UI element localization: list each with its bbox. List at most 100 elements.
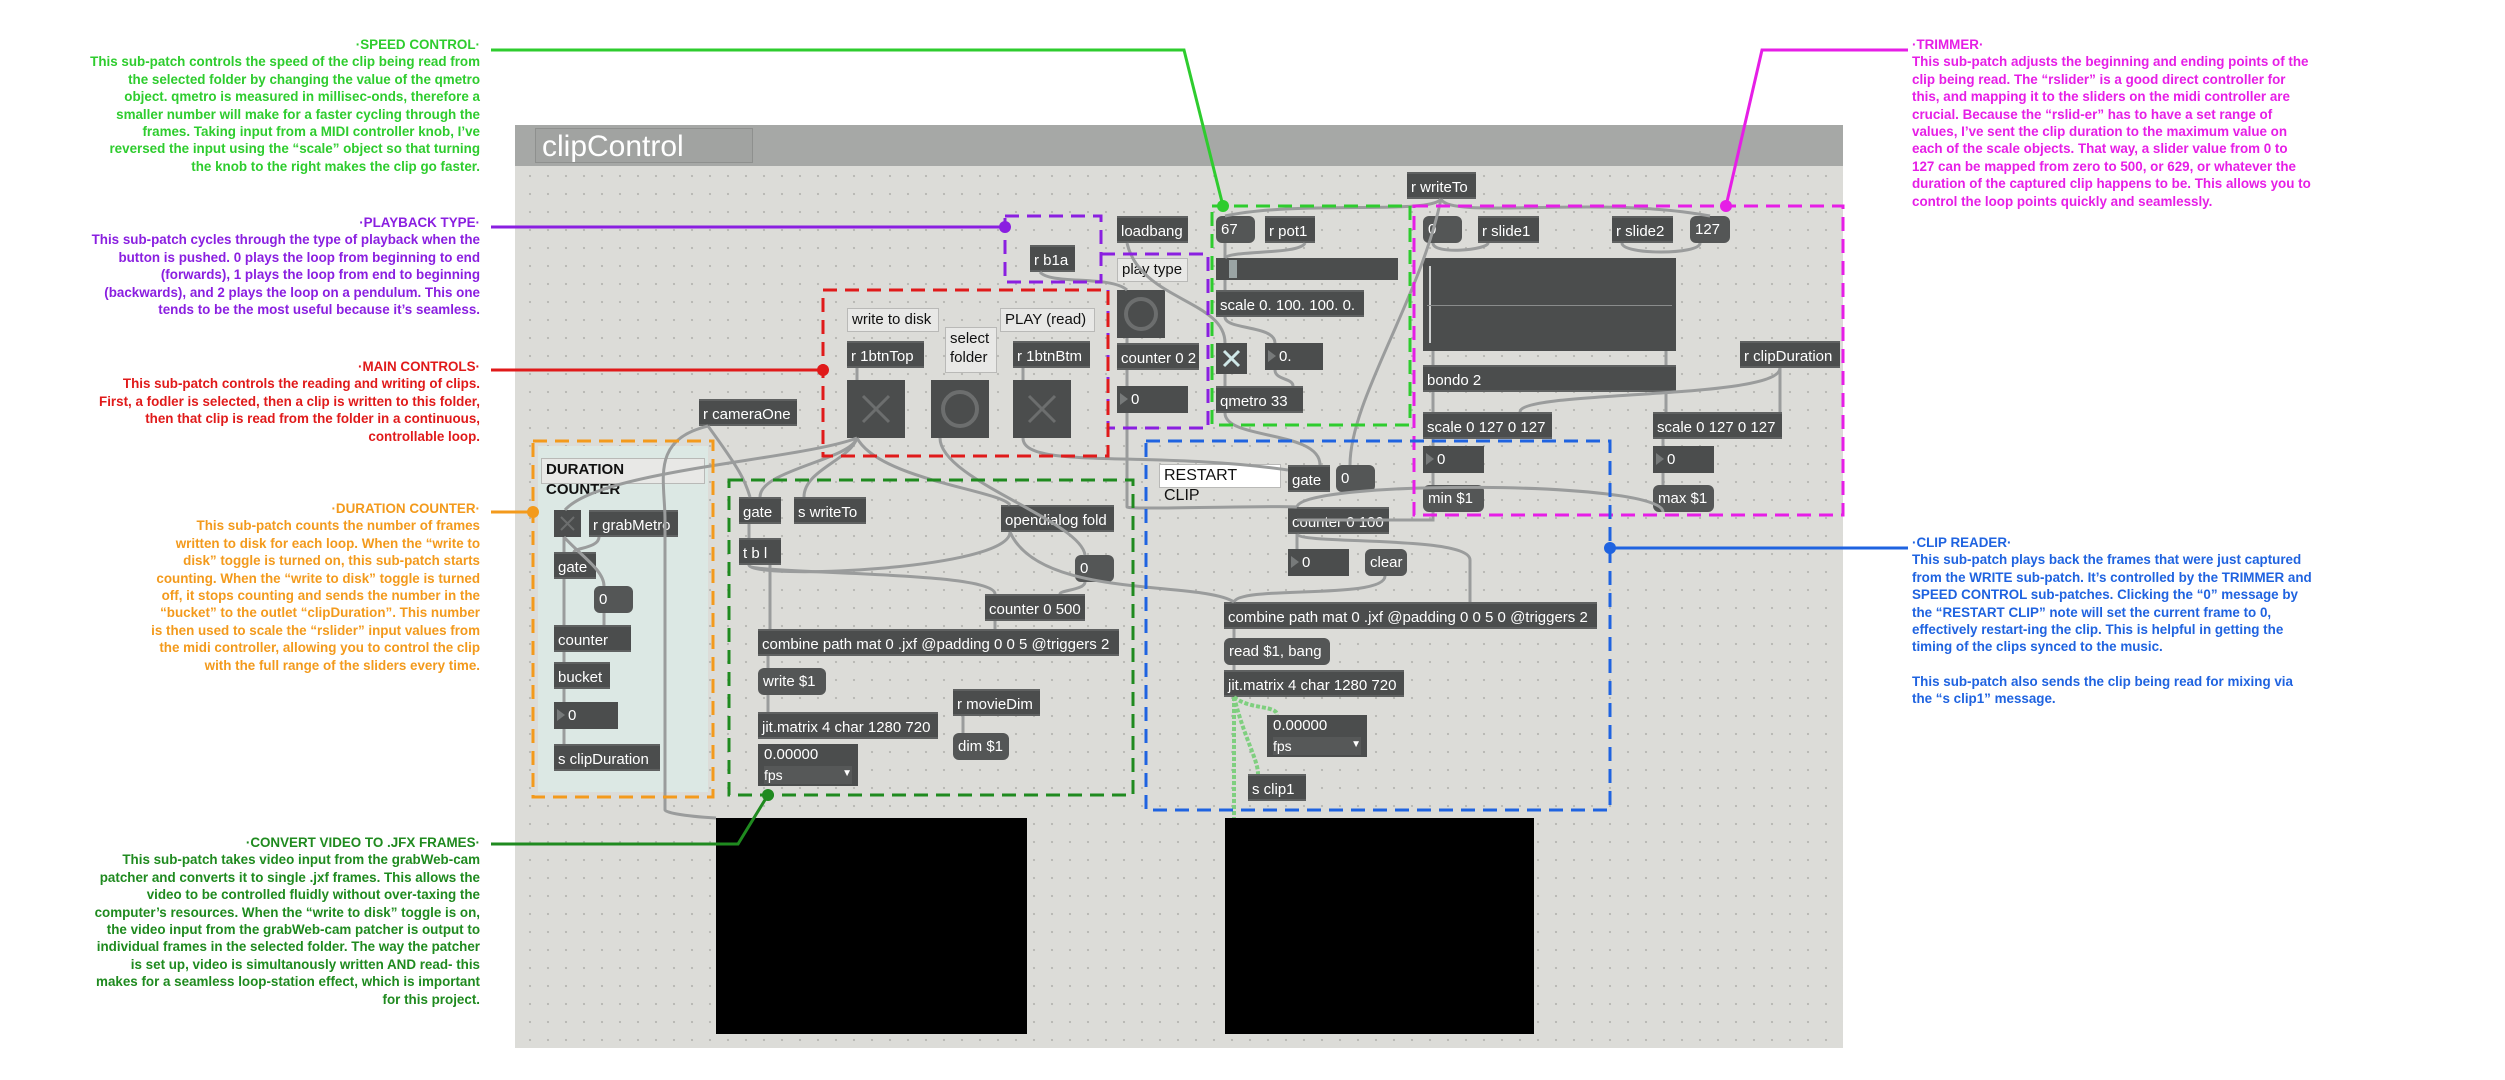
gate-reader-object[interactable]: gate <box>1288 465 1330 492</box>
clip-reader-body-2: This sub-patch also sends the clip being… <box>1912 673 2293 707</box>
restart-clip-comment: RESTART CLIP <box>1159 464 1281 504</box>
s-writeTo-object[interactable]: s writeTo <box>794 497 866 524</box>
duration-counter-heading: ·DURATION COUNTER· <box>331 501 480 516</box>
r-slide1-object[interactable]: r slide1 <box>1478 216 1539 243</box>
counter-0-100-object[interactable]: counter 0 100 <box>1288 507 1389 534</box>
qmetro-object[interactable]: qmetro 33 <box>1216 386 1303 413</box>
fpsgui-reader-unit-label: fps <box>1273 738 1292 754</box>
convert-video-heading: ·CONVERT VIDEO TO .JFX FRAMES· <box>245 835 480 850</box>
duration-counter-comment: DURATION COUNTER <box>541 458 705 498</box>
dropdown-arrow-icon: ▼ <box>842 768 852 779</box>
playback-type-note: ·PLAYBACK TYPE· This sub-patch cycles th… <box>90 214 480 318</box>
fpsgui-writer[interactable]: 0.00000 fps ▼ <box>758 744 858 786</box>
trim-range-slider[interactable] <box>1423 258 1676 351</box>
scale-right-object[interactable]: scale 0 127 0 127 <box>1653 412 1782 439</box>
speed-slider[interactable] <box>1216 258 1398 280</box>
r-b1a-object[interactable]: r b1a <box>1030 245 1075 272</box>
min-message[interactable]: min $1 <box>1423 485 1484 512</box>
clip-reader-note: ·CLIP READER· This sub-patch plays back … <box>1912 534 2312 708</box>
write-to-disk-comment: write to disk <box>847 308 939 332</box>
speed-control-body: This sub-patch controls the speed of the… <box>90 54 480 174</box>
fpsgui-reader[interactable]: 0.00000 fps ▼ <box>1267 715 1367 757</box>
duration-counter-note: ·DURATION COUNTER· This sub-patch counts… <box>150 500 480 674</box>
opendialog-object[interactable]: opendialog fold <box>1001 505 1114 532</box>
scale-right-number[interactable]: 0 <box>1653 446 1714 473</box>
scale-left-number[interactable]: 0 <box>1423 446 1484 473</box>
qmetro-toggle[interactable] <box>1216 343 1247 374</box>
jit-matrix-reader-object[interactable]: jit.matrix 4 char 1280 720 <box>1224 670 1404 697</box>
speed-control-heading: ·SPEED CONTROL· <box>355 37 480 52</box>
r-clipDuration-object[interactable]: r clipDuration <box>1740 341 1840 368</box>
play-type-button[interactable] <box>1117 290 1165 338</box>
trimmer-heading: ·TRIMMER· <box>1912 37 1984 52</box>
max-message[interactable]: max $1 <box>1653 485 1714 512</box>
writer-zero-message[interactable]: 0 <box>1075 555 1114 582</box>
combine-writer-object[interactable]: combine path mat 0 .jxf @padding 0 0 5 @… <box>758 629 1119 656</box>
clip-reader-heading: ·CLIP READER· <box>1912 535 2012 550</box>
r-movieDim-object[interactable]: r movieDim <box>953 689 1040 716</box>
toggle-x-icon <box>1222 349 1241 368</box>
write-message[interactable]: write $1 <box>758 668 826 695</box>
r-1btnBtm-object[interactable]: r 1btnBtm <box>1013 341 1090 368</box>
counter-dc-object[interactable]: counter <box>554 625 631 652</box>
speed-value-message[interactable]: 67 <box>1216 216 1255 243</box>
write-to-disk-toggle[interactable] <box>847 380 905 438</box>
main-controls-heading: ·MAIN CONTROLS· <box>358 359 480 374</box>
patcher-title: clipControl <box>535 128 753 163</box>
jit-matrix-writer-object[interactable]: jit.matrix 4 char 1280 720 <box>758 712 938 739</box>
speed-slider-knob[interactable] <box>1228 260 1237 278</box>
r-grabMetro-object[interactable]: r grabMetro <box>589 510 678 537</box>
bucket-object[interactable]: bucket <box>554 662 610 689</box>
trim-low-message[interactable]: 0 <box>1423 216 1462 243</box>
toggle-x-icon <box>560 516 575 531</box>
trimmer-body: This sub-patch adjusts the beginning and… <box>1912 54 2311 209</box>
scale-speed-object[interactable]: scale 0. 100. 100. 0. <box>1216 290 1364 317</box>
select-folder-button[interactable] <box>931 380 989 438</box>
toggle-x-icon <box>861 394 891 424</box>
tbl-object[interactable]: t b l <box>739 538 781 565</box>
loadbang-object[interactable]: loadbang <box>1117 216 1188 243</box>
duration-counter-body: This sub-patch counts the number of fram… <box>151 518 480 673</box>
restart-zero-message[interactable]: 0 <box>1336 465 1375 492</box>
play-type-number[interactable]: 0 <box>1117 386 1188 413</box>
button-circle-icon <box>941 390 979 428</box>
playback-type-body: This sub-patch cycles through the type o… <box>91 232 480 318</box>
read-message[interactable]: read $1, bang <box>1224 638 1330 665</box>
gate-dc-object[interactable]: gate <box>554 552 596 579</box>
counter-0-500-object[interactable]: counter 0 500 <box>985 594 1085 621</box>
main-controls-body: This sub-patch controls the reading and … <box>99 376 480 444</box>
speed-float-number[interactable]: 0. <box>1265 343 1323 370</box>
convert-video-note: ·CONVERT VIDEO TO .JFX FRAMES· This sub-… <box>90 834 480 1008</box>
combine-reader-object[interactable]: combine path mat 0 .jxf @padding 0 0 5 0… <box>1224 602 1597 629</box>
main-controls-note: ·MAIN CONTROLS· This sub-patch controls … <box>90 358 480 445</box>
dc-zero-message[interactable]: 0 <box>594 586 633 613</box>
r-1btnTop-object[interactable]: r 1btnTop <box>847 341 924 368</box>
scale-left-object[interactable]: scale 0 127 0 127 <box>1423 412 1552 439</box>
dropdown-arrow-icon: ▼ <box>1351 739 1361 750</box>
fpsgui-writer-value: 0.00000 <box>764 746 819 763</box>
dim-message[interactable]: dim $1 <box>953 733 1009 760</box>
bondo-object[interactable]: bondo 2 <box>1423 365 1676 392</box>
speed-control-note: ·SPEED CONTROL· This sub-patch controls … <box>90 36 480 175</box>
r-cameraOne-object[interactable]: r cameraOne <box>699 399 797 426</box>
duration-counter-toggle[interactable] <box>554 510 581 537</box>
fpsgui-writer-unit[interactable]: fps <box>764 766 852 784</box>
r-pot1-object[interactable]: r pot1 <box>1265 216 1315 243</box>
clear-message[interactable]: clear <box>1365 549 1407 576</box>
play-read-toggle[interactable] <box>1013 380 1071 438</box>
fpsgui-reader-unit[interactable]: fps <box>1273 737 1361 755</box>
reader-video-window <box>1225 818 1534 1034</box>
fpsgui-reader-value: 0.00000 <box>1273 717 1328 734</box>
r-slide2-object[interactable]: r slide2 <box>1612 216 1673 243</box>
fpsgui-writer-unit-label: fps <box>764 767 783 783</box>
trimmer-note: ·TRIMMER· This sub-patch adjusts the beg… <box>1912 36 2312 210</box>
counter-0-2-object[interactable]: counter 0 2 <box>1117 343 1199 370</box>
dc-number[interactable]: 0 <box>554 702 618 729</box>
reader-number[interactable]: 0 <box>1288 549 1349 576</box>
s-clip1-object[interactable]: s clip1 <box>1248 774 1306 801</box>
r-writeTo-object[interactable]: r writeTo <box>1407 172 1476 199</box>
gate-writer-object[interactable]: gate <box>739 497 781 524</box>
play-read-comment: PLAY (read) <box>1000 308 1095 332</box>
s-clipDuration-object[interactable]: s clipDuration <box>554 744 660 771</box>
trim-high-message[interactable]: 127 <box>1690 216 1730 243</box>
